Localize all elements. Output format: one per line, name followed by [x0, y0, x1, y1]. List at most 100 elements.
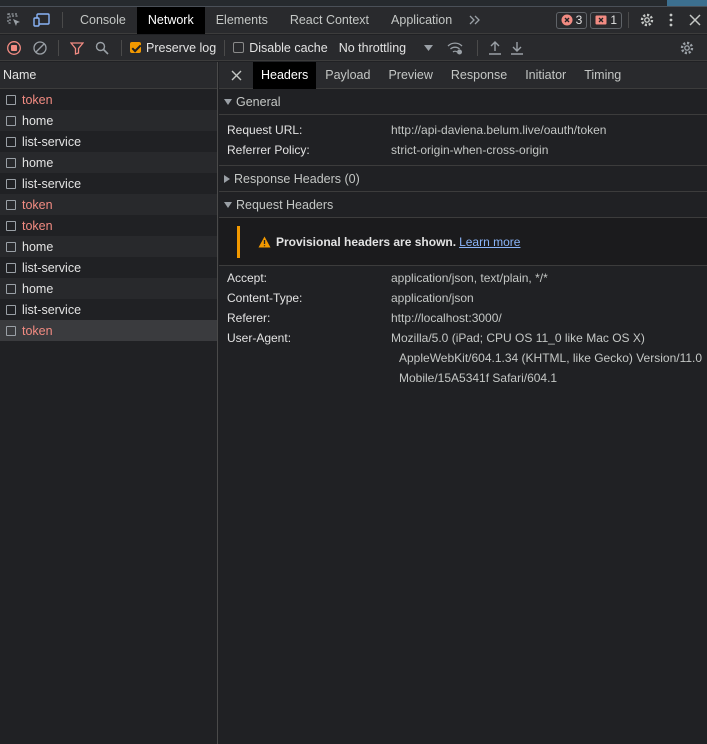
- request-headers-section-header[interactable]: Request Headers: [219, 192, 707, 218]
- request-row[interactable]: list-service: [0, 257, 217, 278]
- request-name: home: [22, 239, 54, 254]
- accept-label: Accept:: [227, 271, 268, 285]
- general-title: General: [236, 94, 281, 109]
- user-agent-row: User-Agent: Mozilla/5.0 (iPad; CPU OS 11…: [219, 328, 707, 348]
- tab-payload[interactable]: Payload: [316, 62, 379, 89]
- warning-text: Provisional headers are shown.: [276, 234, 457, 249]
- referer-label: Referer:: [227, 311, 271, 325]
- tab-react-context[interactable]: React Context: [279, 7, 380, 34]
- request-name: list-service: [22, 260, 82, 275]
- request-type-icon: [6, 199, 16, 210]
- request-name: token: [22, 218, 53, 233]
- more-tabs-chevron-icon[interactable]: [463, 7, 487, 34]
- request-row[interactable]: token: [0, 89, 217, 110]
- close-devtools-icon[interactable]: [683, 7, 707, 34]
- request-type-icon: [6, 325, 16, 336]
- issues-count: 1: [610, 13, 617, 27]
- response-headers-title: Response Headers (0): [234, 171, 360, 186]
- request-headers-title: Request Headers: [236, 197, 334, 212]
- device-toolbar-icon[interactable]: [28, 7, 56, 34]
- user-agent-value-line-3: Mobile/15A5341f Safari/604.1: [399, 371, 558, 385]
- user-agent-value: Mozilla/5.0 (iPad; CPU OS 11_0 like Mac …: [391, 331, 645, 345]
- filter-icon[interactable]: [65, 35, 89, 61]
- tab-console[interactable]: Console: [69, 7, 137, 34]
- request-detail-pane: Headers Payload Preview Response Initiat…: [219, 61, 707, 744]
- tab-initiator[interactable]: Initiator: [516, 62, 575, 89]
- divider: [58, 39, 59, 56]
- general-section: Request URL: http://api-daviena.belum.li…: [219, 115, 707, 166]
- warning-icon: [258, 236, 271, 247]
- request-headers-list: Accept: application/json, text/plain, */…: [219, 266, 707, 388]
- inspect-element-icon[interactable]: [0, 7, 28, 34]
- search-icon[interactable]: [89, 35, 115, 61]
- tab-headers[interactable]: Headers: [253, 61, 317, 89]
- close-detail-icon[interactable]: [219, 62, 253, 89]
- settings-gear-icon[interactable]: [635, 7, 659, 34]
- name-column-header[interactable]: Name: [0, 62, 217, 89]
- clear-icon[interactable]: [28, 35, 52, 61]
- request-name: home: [22, 113, 54, 128]
- content-type-value: application/json: [391, 291, 474, 305]
- referer-row: Referer: http://localhost:3000/: [219, 308, 707, 328]
- request-type-icon: [6, 262, 16, 273]
- issues-badge[interactable]: 1: [590, 11, 622, 29]
- record-stop-icon[interactable]: [0, 35, 28, 61]
- request-type-icon: [6, 94, 16, 105]
- accept-value: application/json, text/plain, */*: [391, 271, 548, 285]
- request-row[interactable]: list-service: [0, 173, 217, 194]
- request-name: list-service: [22, 176, 82, 191]
- request-row[interactable]: home: [0, 236, 217, 257]
- request-row[interactable]: token: [0, 215, 217, 236]
- import-har-icon[interactable]: [484, 35, 506, 61]
- export-har-icon[interactable]: [506, 35, 528, 61]
- request-row[interactable]: home: [0, 278, 217, 299]
- request-url-row: Request URL: http://api-daviena.belum.li…: [219, 120, 707, 140]
- request-type-icon: [6, 115, 16, 126]
- network-conditions-icon[interactable]: [439, 35, 471, 61]
- chevron-down-icon: [424, 44, 434, 51]
- request-name: home: [22, 155, 54, 170]
- disable-cache-checkbox[interactable]: [233, 42, 245, 53]
- collapse-triangle-icon: [224, 174, 230, 183]
- network-settings-gear-icon[interactable]: [667, 35, 707, 61]
- disable-cache-toggle[interactable]: Disable cache: [231, 35, 328, 61]
- warning-bar: [237, 225, 240, 258]
- detail-tabs: Headers Payload Preview Response Initiat…: [219, 61, 707, 89]
- content-type-row: Content-Type: application/json: [219, 288, 707, 308]
- request-name: token: [22, 197, 53, 212]
- tab-preview[interactable]: Preview: [379, 62, 441, 89]
- expand-triangle-icon: [224, 201, 232, 208]
- errors-badge[interactable]: 3: [555, 11, 588, 29]
- request-row[interactable]: token: [0, 194, 217, 215]
- accept-row: Accept: application/json, text/plain, */…: [219, 268, 707, 288]
- request-row[interactable]: list-service: [0, 299, 217, 320]
- referrer-policy-row: Referrer Policy: strict-origin-when-cros…: [219, 140, 707, 160]
- general-section-header[interactable]: General: [219, 89, 707, 115]
- divider: [477, 39, 479, 56]
- preserve-log-toggle[interactable]: Preserve log: [128, 35, 216, 61]
- tab-network[interactable]: Network: [136, 6, 205, 34]
- provisional-headers-warning: Provisional headers are shown. Learn mor…: [219, 218, 707, 266]
- request-row[interactable]: token: [0, 320, 217, 341]
- request-type-icon: [6, 220, 16, 231]
- response-headers-section-header[interactable]: Response Headers (0): [219, 166, 707, 192]
- tab-timing[interactable]: Timing: [575, 62, 630, 89]
- preserve-log-checkbox[interactable]: [130, 42, 141, 53]
- requests-list: token home list-service home list-service tok…: [0, 89, 217, 341]
- more-options-icon[interactable]: [659, 7, 683, 34]
- divider: [224, 39, 226, 56]
- error-icon: [561, 14, 573, 26]
- request-url-label: Request URL:: [227, 123, 303, 137]
- learn-more-link[interactable]: Learn more: [459, 235, 520, 249]
- referrer-policy-label: Referrer Policy:: [227, 143, 310, 157]
- expand-triangle-icon: [224, 98, 232, 105]
- tab-elements[interactable]: Elements: [205, 7, 279, 34]
- request-type-icon: [6, 241, 16, 252]
- request-row[interactable]: home: [0, 152, 217, 173]
- tab-response[interactable]: Response: [442, 62, 516, 89]
- tab-application[interactable]: Application: [380, 7, 463, 34]
- request-type-icon: [6, 283, 16, 294]
- request-row[interactable]: list-service: [0, 131, 217, 152]
- request-row[interactable]: home: [0, 110, 217, 131]
- throttling-select[interactable]: No throttling: [339, 35, 434, 61]
